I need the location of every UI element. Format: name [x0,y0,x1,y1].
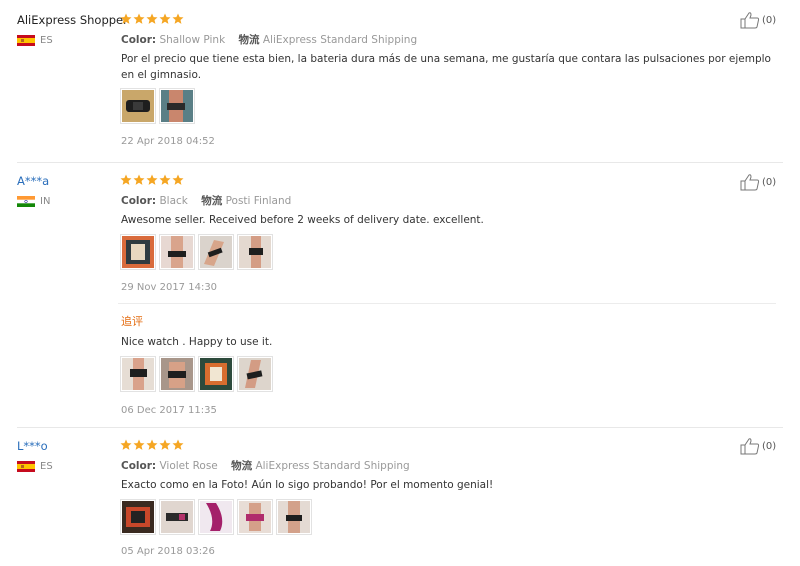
reviewer-country: ES [17,461,53,472]
review-photo[interactable] [120,499,156,535]
star-icon [159,439,171,450]
helpful-count: (0) [762,176,777,188]
star-icon [120,174,132,185]
color-label: Color: [121,460,157,472]
color-value: Shallow Pink [159,34,226,46]
reviewer-name[interactable]: A***a [17,174,49,188]
thumbs-up-icon [740,438,760,455]
shipping-value: AliExpress Standard Shipping [262,34,418,46]
review-photo[interactable] [159,234,195,270]
flag-spain-icon [17,461,35,472]
append-divider [118,303,776,304]
star-icon [159,174,171,185]
star-icon [120,439,132,450]
review-photo[interactable] [159,88,195,124]
reviewer-country: ES [17,35,53,46]
color-label: Color: [121,195,157,207]
helpful-button[interactable]: (0) [740,437,776,455]
review-date: 22 Apr 2018 04:52 [121,136,215,147]
shipping-value: Posti Finland [225,195,292,207]
review-text: Awesome seller. Received before 2 weeks … [121,214,484,226]
review-photo[interactable] [237,234,273,270]
review-photo[interactable] [120,234,156,270]
color-value: Black [159,195,188,207]
append-review-photos [120,356,273,392]
review-photo[interactable] [120,88,156,124]
review-photo[interactable] [159,499,195,535]
reviewer-name[interactable]: L***o [17,439,48,453]
country-code: ES [40,35,53,46]
helpful-count: (0) [762,440,777,452]
review-photo[interactable] [276,499,312,535]
shipping-label: 物流 [231,460,253,472]
star-icon [133,13,145,24]
shipping-label: 物流 [238,34,260,46]
review-photo[interactable] [198,356,234,392]
country-code: ES [40,461,53,472]
review-date: 05 Apr 2018 03:26 [121,546,215,557]
country-code: IN [40,196,51,207]
star-icon [146,174,158,185]
review-1: AliExpress Shopper ES Color: Shallow Pin… [0,0,800,162]
star-icon [146,13,158,24]
star-icon [172,13,184,24]
review-photo[interactable] [159,356,195,392]
thumbs-up-icon [740,174,760,191]
review-photo[interactable] [198,234,234,270]
order-attributes: Color: Violet Rose 物流 AliExpress Standar… [121,458,410,473]
helpful-count: (0) [762,14,777,26]
star-icon [133,439,145,450]
shipping-value: AliExpress Standard Shipping [255,460,410,472]
append-review-title: 追评 [121,315,143,328]
review-photos [120,234,273,270]
review-text: Por el precio que tiene esta bien, la ba… [121,53,771,81]
review-photo[interactable] [237,499,273,535]
star-icon [133,174,145,185]
helpful-button[interactable]: (0) [740,11,776,29]
review-date: 29 Nov 2017 14:30 [121,282,218,293]
review-photo[interactable] [237,356,273,392]
order-attributes: Color: Black 物流 Posti Finland [121,193,291,208]
helpful-button[interactable]: (0) [740,173,776,191]
star-rating [120,174,184,186]
star-icon [172,174,184,185]
review-photos [120,499,312,535]
append-review-date: 06 Dec 2017 11:35 [121,405,217,416]
color-value: Violet Rose [159,460,218,472]
color-label: Color: [121,34,157,46]
star-rating [120,439,184,451]
star-icon [172,439,184,450]
order-attributes: Color: Shallow Pink 物流 AliExpress Standa… [121,32,417,47]
review-text: Exacto como en la Foto! Aún lo sigo prob… [121,479,494,491]
review-photo[interactable] [198,499,234,535]
star-icon [120,13,132,24]
thumbs-up-icon [740,12,760,29]
append-review-text: Nice watch . Happy to use it. [121,336,273,348]
star-icon [159,13,171,24]
flag-spain-icon [17,35,35,46]
reviewer-country: IN [17,196,50,207]
review-photos [120,88,195,124]
review-2: A***a IN Color: Black 物流 Posti Finland A… [0,163,800,427]
review-3: L***o ES Color: Violet Rose 物流 AliExpres… [0,428,800,566]
star-icon [146,439,158,450]
review-photo[interactable] [120,356,156,392]
flag-india-icon [17,196,35,207]
reviewer-name: AliExpress Shopper [17,13,128,27]
star-rating [120,13,184,25]
shipping-label: 物流 [201,195,223,207]
